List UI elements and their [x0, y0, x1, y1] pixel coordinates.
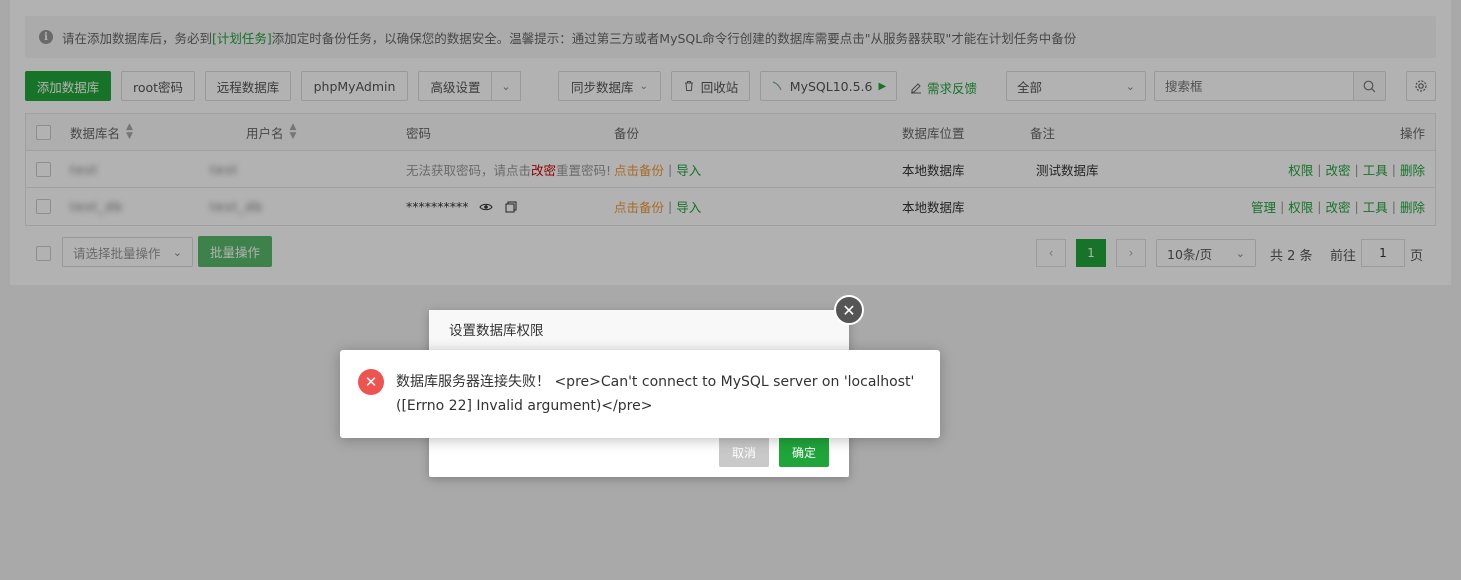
error-icon: ✕ — [358, 369, 384, 395]
error-toast: ✕ 数据库服务器连接失败！ <pre>Can't connect to MySQ… — [340, 350, 940, 438]
modal-overlay[interactable] — [0, 0, 1461, 580]
close-icon: ✕ — [842, 300, 856, 320]
dialog-cancel-button[interactable]: 取消 — [719, 437, 769, 467]
error-message: 数据库服务器连接失败！ <pre>Can't connect to MySQL … — [396, 374, 915, 414]
dialog-close-button[interactable]: ✕ — [834, 295, 864, 325]
dialog-confirm-button[interactable]: 确定 — [779, 437, 829, 467]
dialog-title: 设置数据库权限 — [429, 310, 849, 352]
